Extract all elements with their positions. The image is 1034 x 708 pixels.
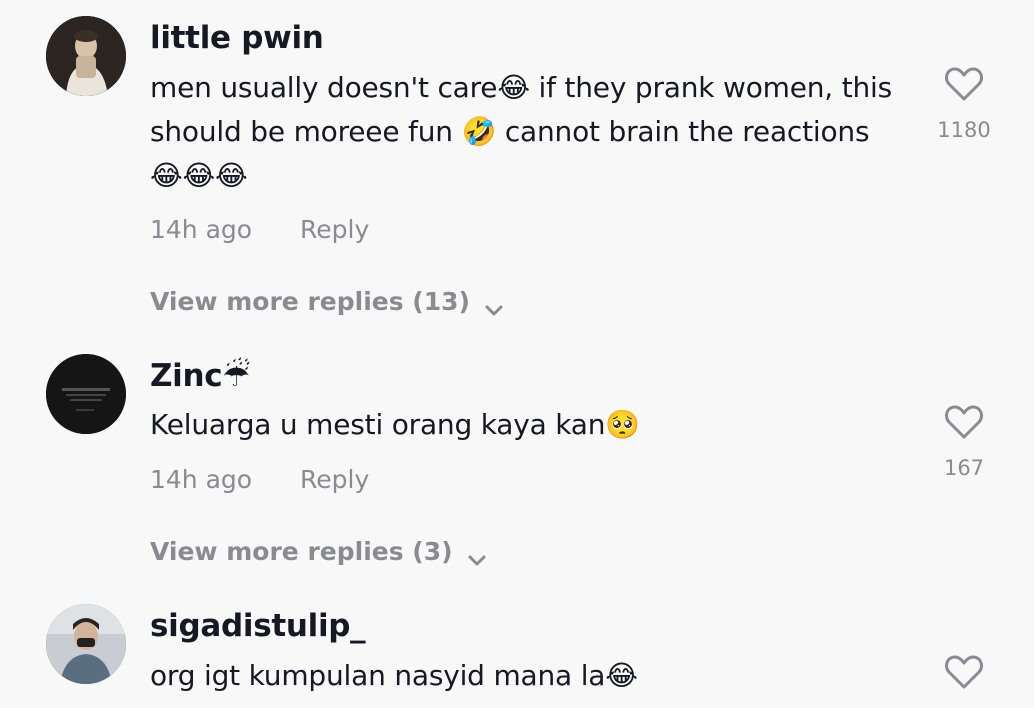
view-more-replies-label: View more replies (3) (150, 537, 453, 566)
view-more-replies-label: View more replies (13) (150, 287, 470, 316)
username[interactable]: sigadistulip_ (150, 608, 366, 644)
like-count: 167 (943, 456, 985, 480)
comment-text: men usually doesn't care😂 if they prank … (150, 71, 892, 192)
comment-text: Keluarga u mesti orang kaya kan🥺 (150, 408, 640, 441)
comment-text: org igt kumpulan nasyid mana la😂 (150, 659, 638, 692)
comment-timestamp: 14h ago (150, 215, 253, 244)
username[interactable]: Zinc☔ (150, 358, 250, 394)
avatar[interactable] (46, 16, 126, 96)
chevron-down-icon (467, 545, 487, 565)
view-more-replies-button[interactable]: View more replies (3) (150, 537, 487, 566)
comment-list: little pwin men usually doesn't care😂 if… (0, 0, 1034, 708)
chevron-down-icon (484, 295, 504, 315)
like-count: 1180 (937, 118, 991, 142)
reply-button[interactable]: Reply (300, 465, 369, 494)
avatar-image (46, 354, 126, 434)
reply-button[interactable]: Reply (300, 215, 369, 244)
avatar-image (46, 16, 126, 96)
heart-outline-icon[interactable] (944, 654, 984, 690)
avatar[interactable] (46, 354, 126, 434)
heart-outline-icon[interactable] (944, 404, 984, 440)
comment-timestamp: 14h ago (150, 465, 253, 494)
view-more-replies-button[interactable]: View more replies (13) (150, 287, 504, 316)
avatar-image (46, 604, 126, 684)
username[interactable]: little pwin (150, 20, 324, 56)
avatar[interactable] (46, 604, 126, 684)
heart-outline-icon[interactable] (944, 66, 984, 102)
